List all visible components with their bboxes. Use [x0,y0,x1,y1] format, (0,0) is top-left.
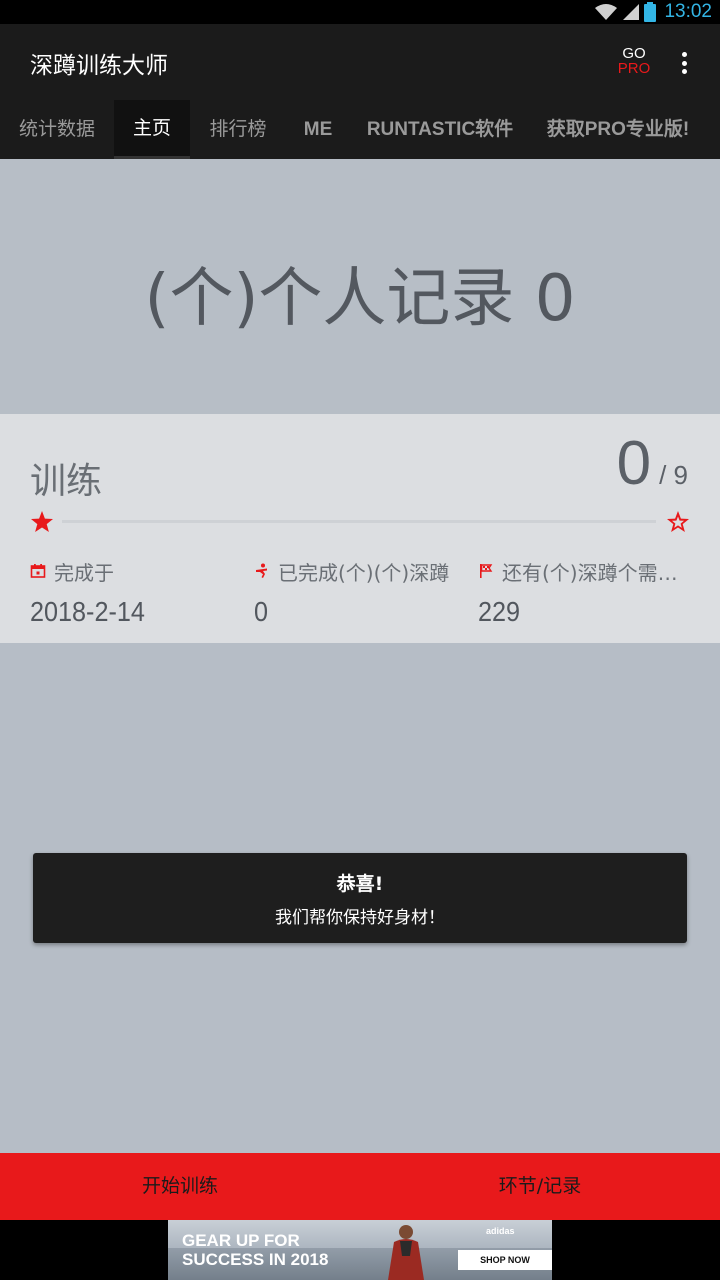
record-panel: (个)个人记录 0 [0,159,720,414]
ad-headline-line1: GEAR UP FOR [182,1231,300,1250]
wifi-icon [595,4,618,20]
go-pro-button[interactable]: GO PRO [614,46,654,76]
training-count: 0/ 9 [617,428,688,499]
training-progress-bar [62,520,656,523]
total-count: / 9 [659,460,688,490]
squat-figure-icon [256,563,267,578]
star-outline-icon [667,511,689,532]
training-card[interactable]: 训练 0/ 9 完成于 2018-2-14 已完成(个)(个)深蹲 0 还有(个… [0,414,720,643]
tab-stats[interactable]: 统计数据 [8,100,106,159]
stat-value: 229 [478,596,521,627]
training-label: 训练 [30,461,103,502]
tab-home[interactable]: 主页 [114,100,190,159]
start-training-button[interactable]: 开始训练 [0,1153,360,1220]
signal-icon [623,4,640,20]
tab-leaderboard[interactable]: 排行榜 [200,100,276,159]
personal-record: (个)个人记录 0 [144,262,576,336]
ad-banner[interactable]: GEAR UP FOR SUCCESS IN 2018 adidas SHOP … [168,1220,552,1280]
tab-me[interactable]: ME [292,100,344,159]
ad-headline-line2: SUCCESS IN 2018 [182,1250,329,1269]
tab-bar: 统计数据 主页 排行榜 ME RUNTASTIC软件 获取PRO专业版! [0,100,720,159]
congrats-toast: 恭喜! 我们帮你保持好身材！ [33,853,687,943]
athlete-image [388,1225,424,1280]
stat-label: 完成于 [54,560,114,585]
go-label: GO [622,45,646,62]
app-title: 深蹲训练大师 [30,53,168,79]
toast-message: 我们帮你保持好身材！ [275,908,445,928]
shop-now-button[interactable]: SHOP NOW [458,1250,552,1270]
stat-value: 2018-2-14 [30,596,145,627]
ad-headline: GEAR UP FOR SUCCESS IN 2018 [182,1231,362,1269]
more-vert-icon[interactable] [672,48,696,78]
stat-label: 已完成(个)(个)深蹲 [278,560,450,585]
stat-squats-done: 已完成(个)(个)深蹲 0 [254,554,474,628]
battery-icon [644,2,657,22]
stat-completed-on: 完成于 2018-2-14 [30,554,250,628]
bottom-action-bar: 开始训练 环节/记录 [0,1153,720,1220]
tab-get-pro[interactable]: 获取PRO专业版! [540,100,696,159]
pro-label: PRO [617,60,651,77]
flag-icon [480,564,493,578]
adidas-logo: adidas [486,1226,515,1236]
stat-value: 0 [254,596,269,627]
clock: 13:02 [664,1,712,22]
sessions-records-button[interactable]: 环节/记录 [360,1153,720,1220]
tab-runtastic[interactable]: RUNTASTIC软件 [362,100,518,159]
ad-strip: GEAR UP FOR SUCCESS IN 2018 adidas SHOP … [0,1220,720,1280]
stat-squats-remaining: 还有(个)深蹲个需要完成 229 [478,554,690,628]
stat-label: 还有(个)深蹲个需要完成 [502,560,690,585]
toast-title: 恭喜! [336,873,384,895]
status-bar: 13:02 [0,0,720,24]
calendar-icon [30,564,46,578]
completed-count: 0 [616,429,652,498]
app-bar: 深蹲训练大师 GO PRO [0,24,720,100]
star-filled-icon [31,511,53,532]
